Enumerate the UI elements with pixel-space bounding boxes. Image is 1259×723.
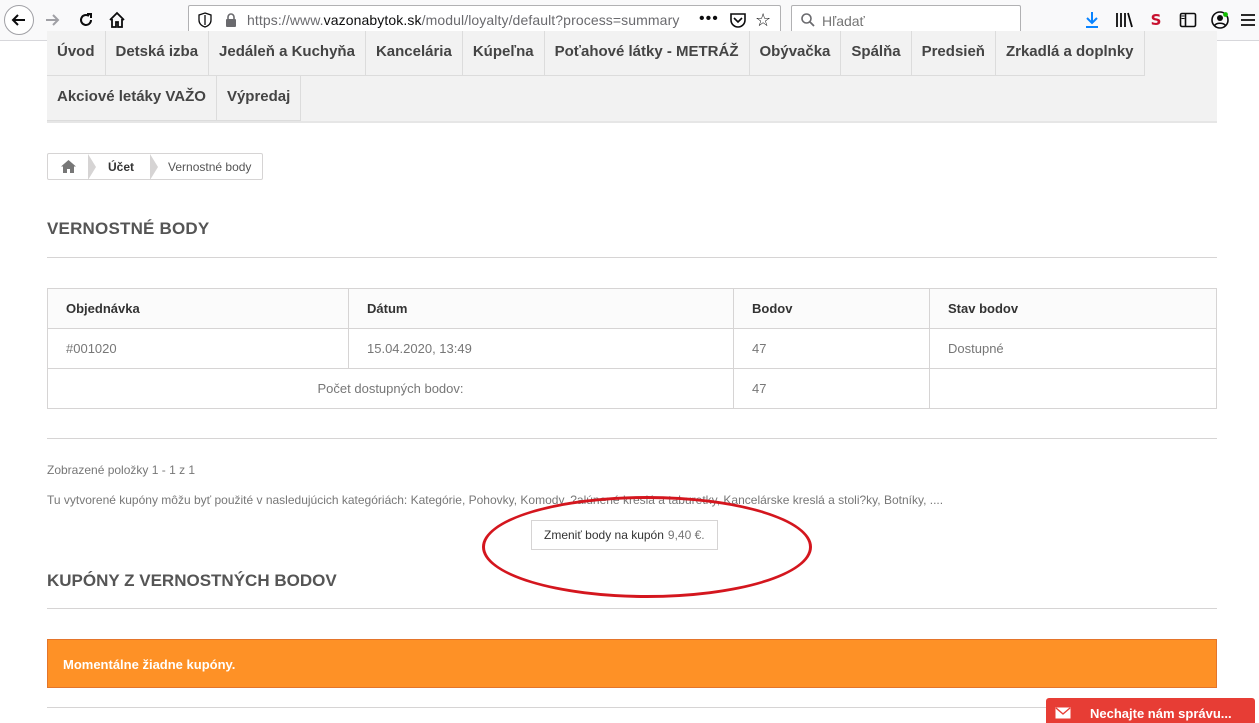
divider — [47, 257, 1217, 258]
total-points-value: 47 — [733, 368, 930, 409]
menu-item-jedalen-kuchyna[interactable]: Jedáleň a Kuchyňa — [209, 31, 366, 76]
menu-item-spalna[interactable]: Spálňa — [841, 31, 912, 76]
home-icon — [109, 11, 125, 28]
cell-points: 47 — [733, 328, 930, 369]
cell-order: #001020 — [47, 328, 349, 369]
menu-item-uvod[interactable]: Úvod — [47, 31, 106, 76]
menu-icon[interactable] — [1238, 10, 1258, 30]
divider — [47, 707, 1217, 708]
column-header-order: Objednávka — [47, 288, 349, 329]
arrow-right-icon — [46, 14, 60, 26]
breadcrumb-account[interactable]: Účet — [96, 160, 150, 174]
pagination-summary: Zobrazené položky 1 - 1 z 1 — [47, 463, 196, 477]
download-icon[interactable] — [1082, 10, 1102, 30]
sidebar-icon[interactable] — [1178, 10, 1198, 30]
category-menu: Úvod Detská izba Jedáleň a Kuchyňa Kance… — [47, 31, 1217, 123]
column-header-points: Bodov — [733, 288, 930, 329]
breadcrumb-separator — [88, 153, 96, 180]
search-input[interactable] — [822, 13, 1012, 29]
envelope-icon — [1046, 701, 1080, 723]
forward-button[interactable] — [38, 6, 66, 34]
pocket-icon[interactable] — [729, 12, 747, 28]
reload-button[interactable] — [72, 6, 100, 34]
arrow-left-icon — [11, 14, 25, 26]
coupons-title: KUPÓNY Z VERNOSTNÝCH BODOV — [47, 571, 337, 590]
breadcrumb-current: Vernostné body — [168, 159, 252, 174]
cell-date: 15.04.2020, 13:49 — [348, 328, 734, 369]
table-header-row: Objednávka Dátum Bodov Stav bodov — [47, 288, 1217, 329]
url-domain: vazonabytok.sk — [323, 12, 422, 28]
menu-item-predsien[interactable]: Predsieň — [911, 31, 996, 76]
extension-s-icon[interactable]: S — [1146, 10, 1166, 30]
menu-row-2: Akciové letáky VAŽO Výpredaj — [47, 76, 302, 121]
divider — [47, 438, 1217, 439]
page-actions-button[interactable]: ••• — [699, 10, 719, 28]
leave-message-label: Nechajte nám správu... — [1090, 705, 1232, 721]
url-path: /modul/loyalty/default?process=summary — [421, 12, 680, 28]
column-header-status: Stav bodov — [929, 288, 1217, 329]
table-total-row: Počet dostupných bodov: 47 — [47, 368, 1217, 409]
library-icon[interactable] — [1114, 10, 1134, 30]
menu-item-detska-izba[interactable]: Detská izba — [105, 31, 210, 76]
convert-points-amount: 9,40 €. — [667, 528, 705, 542]
lock-icon[interactable] — [223, 12, 239, 28]
menu-item-potahove-latky[interactable]: Poťahové látky - METRÁŽ — [544, 31, 750, 76]
bookmark-star-icon[interactable]: ☆ — [755, 10, 771, 31]
divider — [47, 608, 1217, 609]
no-coupons-alert: Momentálne žiadne kupóny. — [47, 639, 1217, 688]
table-row: #001020 15.04.2020, 13:49 47 Dostupné — [47, 328, 1217, 369]
page-title: VERNOSTNÉ BODY — [47, 219, 210, 238]
breadcrumb-separator — [150, 153, 159, 180]
search-icon — [801, 13, 815, 27]
home-button[interactable] — [103, 6, 131, 34]
shield-icon[interactable] — [197, 12, 213, 28]
breadcrumb-home[interactable] — [48, 154, 88, 179]
home-icon — [60, 160, 76, 173]
menu-item-obyvacka[interactable]: Obývačka — [749, 31, 842, 76]
menu-item-vypredaj[interactable]: Výpredaj — [216, 76, 302, 121]
menu-item-kancelaria[interactable]: Kancelária — [365, 31, 463, 76]
column-header-date: Dátum — [348, 288, 734, 329]
reload-icon — [80, 13, 92, 26]
total-points-label: Počet dostupných bodov: — [47, 368, 734, 409]
menu-item-akciove-letaky[interactable]: Akciové letáky VAŽO — [47, 76, 217, 121]
url-prefix: https://www. — [247, 12, 324, 28]
points-table: Objednávka Dátum Bodov Stav bodov #00102… — [47, 288, 1217, 409]
cell-status: Dostupné — [929, 328, 1217, 369]
convert-points-button[interactable]: Zmeniť body na kupón 9,40 €. — [531, 520, 718, 550]
back-button[interactable] — [4, 5, 34, 35]
url-text[interactable]: https://www.vazonabytok.sk/modul/loyalty… — [247, 12, 679, 28]
account-icon[interactable] — [1210, 10, 1230, 30]
total-empty-cell — [929, 368, 1217, 409]
menu-item-zrkadla-doplnky[interactable]: Zrkadlá a doplnky — [995, 31, 1145, 76]
menu-item-kupelna[interactable]: Kúpeľna — [462, 31, 545, 76]
menu-row-1: Úvod Detská izba Jedáleň a Kuchyňa Kance… — [47, 31, 1145, 76]
breadcrumb: Účet Vernostné body — [47, 153, 264, 180]
convert-points-label: Zmeniť body na kupón — [544, 528, 664, 542]
leave-message-widget[interactable]: Nechajte nám správu... — [1046, 698, 1255, 723]
coupon-categories-info: Tu vytvorené kupóny môžu byť použité v n… — [47, 493, 944, 507]
